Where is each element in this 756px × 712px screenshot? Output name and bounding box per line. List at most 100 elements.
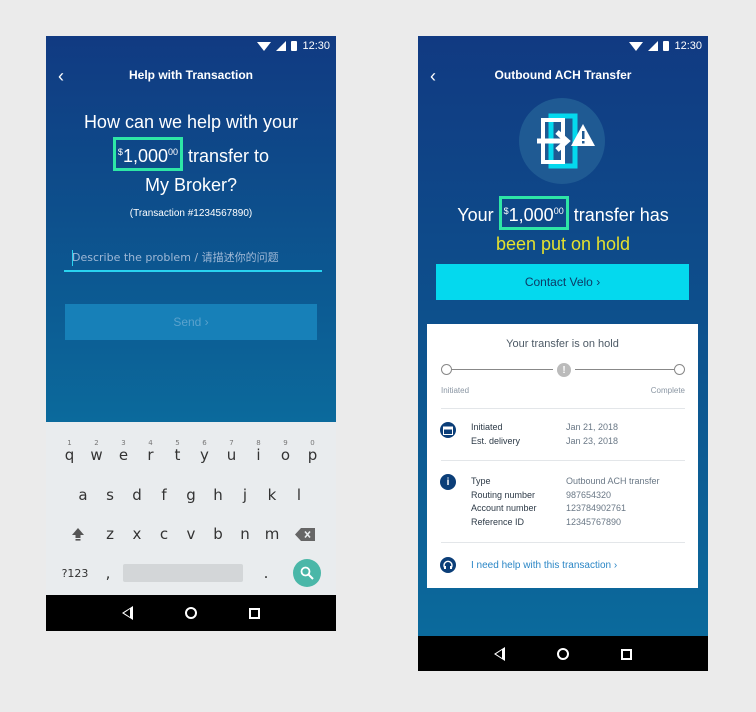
transfer-progress: ! Initiated Complete bbox=[441, 363, 685, 395]
key-r[interactable]: 4r bbox=[137, 438, 164, 472]
amount-value: 1,000 bbox=[508, 205, 554, 225]
nav-home-icon[interactable] bbox=[557, 648, 569, 660]
type-label: Type bbox=[471, 476, 491, 486]
key-letter: t bbox=[174, 446, 181, 464]
signal-icon bbox=[648, 41, 659, 51]
key-u[interactable]: 7u bbox=[218, 438, 245, 472]
nav-home-icon[interactable] bbox=[185, 607, 197, 619]
nav-recents-icon[interactable] bbox=[621, 648, 632, 660]
keyboard-row-3: zxcvbnm bbox=[46, 517, 336, 551]
key-l[interactable]: l bbox=[286, 478, 313, 512]
key-w[interactable]: 2w bbox=[83, 438, 110, 472]
key-number-hint: 1 bbox=[67, 439, 72, 447]
help-transaction-phone: 12:30 ‹ Help with Transaction How can we… bbox=[46, 36, 336, 631]
key-e[interactable]: 3e bbox=[110, 438, 137, 472]
amount-cents: 00 bbox=[167, 147, 178, 157]
key-q[interactable]: 1q bbox=[56, 438, 83, 472]
key-f[interactable]: f bbox=[151, 478, 178, 512]
divider bbox=[441, 460, 685, 461]
space-key-wrap bbox=[121, 556, 245, 590]
key-z[interactable]: z bbox=[97, 517, 124, 551]
transaction-help-link[interactable]: I need help with this transaction › bbox=[471, 560, 617, 571]
key-letter: q bbox=[64, 446, 75, 464]
key-n[interactable]: n bbox=[232, 517, 259, 551]
page-title: Outbound ACH Transfer bbox=[494, 68, 632, 82]
send-button[interactable]: Send › bbox=[65, 304, 317, 340]
nav-back-icon[interactable] bbox=[122, 606, 133, 620]
hold-headline: Your $1,00000 transfer has bbox=[418, 196, 708, 230]
headline-prefix: Your bbox=[457, 205, 494, 225]
key-c[interactable]: c bbox=[151, 517, 178, 551]
key-m[interactable]: m bbox=[259, 517, 286, 551]
key-letter: w bbox=[90, 446, 103, 464]
space-key[interactable] bbox=[123, 564, 243, 582]
android-nav-bar bbox=[418, 636, 708, 671]
question-line-3: My Broker? bbox=[144, 175, 238, 195]
step-initiated-dot bbox=[441, 364, 452, 375]
question-line-1: How can we help with your bbox=[83, 112, 299, 132]
key-p[interactable]: 0p bbox=[299, 438, 326, 472]
transfer-screen: 12:30 ‹ Outbound ACH Transfer Your $1,00… bbox=[418, 36, 708, 636]
status-bar: 12:30 bbox=[418, 36, 708, 56]
backspace-icon[interactable] bbox=[286, 517, 324, 551]
progress-line-left bbox=[452, 369, 553, 370]
key-j[interactable]: j bbox=[232, 478, 259, 512]
routing-value: 987654320 bbox=[566, 490, 612, 500]
step-initiated-label: Initiated bbox=[441, 386, 470, 395]
contact-velo-button[interactable]: Contact Velo › bbox=[436, 264, 689, 300]
amount-value: 1,000 bbox=[122, 146, 168, 166]
divider bbox=[441, 542, 685, 543]
wifi-icon bbox=[257, 41, 272, 51]
key-d[interactable]: d bbox=[124, 478, 151, 512]
period-key[interactable]: . bbox=[245, 556, 287, 590]
keyboard-row-1: 1q2w3e4r5t6y7u8i9o0p bbox=[46, 438, 336, 472]
key-number-hint: 4 bbox=[148, 439, 153, 447]
key-letter: y bbox=[200, 446, 209, 464]
key-g[interactable]: g bbox=[178, 478, 205, 512]
routing-label: Routing number bbox=[471, 490, 536, 500]
key-letter: p bbox=[307, 446, 318, 464]
delivery-value: Jan 23, 2018 bbox=[566, 436, 619, 446]
nav-recents-icon[interactable] bbox=[249, 607, 260, 619]
app-bar: ‹ Outbound ACH Transfer bbox=[418, 56, 708, 96]
key-b[interactable]: b bbox=[205, 517, 232, 551]
progress-line-right bbox=[575, 369, 674, 370]
keyboard-row-4: ?123 , . bbox=[46, 556, 336, 590]
question-line-2: $1,00000 transfer to bbox=[46, 137, 336, 171]
key-i[interactable]: 8i bbox=[245, 438, 272, 472]
problem-input-field[interactable] bbox=[64, 244, 322, 272]
key-o[interactable]: 9o bbox=[272, 438, 299, 472]
key-h[interactable]: h bbox=[205, 478, 232, 512]
symbols-key[interactable]: ?123 bbox=[55, 556, 95, 590]
problem-input[interactable] bbox=[64, 244, 322, 270]
key-number-hint: 2 bbox=[94, 439, 99, 447]
divider bbox=[441, 408, 685, 409]
support-icon bbox=[440, 557, 456, 573]
key-t[interactable]: 5t bbox=[164, 438, 191, 472]
key-y[interactable]: 6y bbox=[191, 438, 218, 472]
shift-icon[interactable] bbox=[59, 517, 97, 551]
wifi-icon bbox=[629, 41, 644, 51]
ach-transfer-phone: 12:30 ‹ Outbound ACH Transfer Your $1,00… bbox=[418, 36, 708, 671]
card-title: Your transfer is on hold bbox=[506, 338, 619, 350]
search-icon[interactable] bbox=[293, 559, 321, 587]
key-x[interactable]: x bbox=[124, 517, 151, 551]
key-number-hint: 0 bbox=[310, 439, 315, 447]
key-v[interactable]: v bbox=[178, 517, 205, 551]
calendar-icon bbox=[440, 422, 456, 438]
key-s[interactable]: s bbox=[97, 478, 124, 512]
keyboard-row-3-letters: zxcvbnm bbox=[97, 517, 286, 551]
type-value: Outbound ACH transfer bbox=[566, 476, 660, 486]
hold-message: Your $1,00000 transfer has been put on h… bbox=[418, 196, 708, 259]
nav-back-icon[interactable] bbox=[494, 647, 505, 661]
key-a[interactable]: a bbox=[70, 478, 97, 512]
delivery-label: Est. delivery bbox=[471, 436, 521, 446]
key-k[interactable]: k bbox=[259, 478, 286, 512]
status-time: 12:30 bbox=[674, 40, 702, 52]
key-number-hint: 5 bbox=[175, 439, 180, 447]
initiated-label: Initiated bbox=[471, 422, 503, 432]
comma-key[interactable]: , bbox=[95, 556, 121, 590]
app-bar: ‹ Help with Transaction bbox=[46, 56, 336, 96]
key-number-hint: 8 bbox=[256, 439, 261, 447]
key-number-hint: 6 bbox=[202, 439, 207, 447]
